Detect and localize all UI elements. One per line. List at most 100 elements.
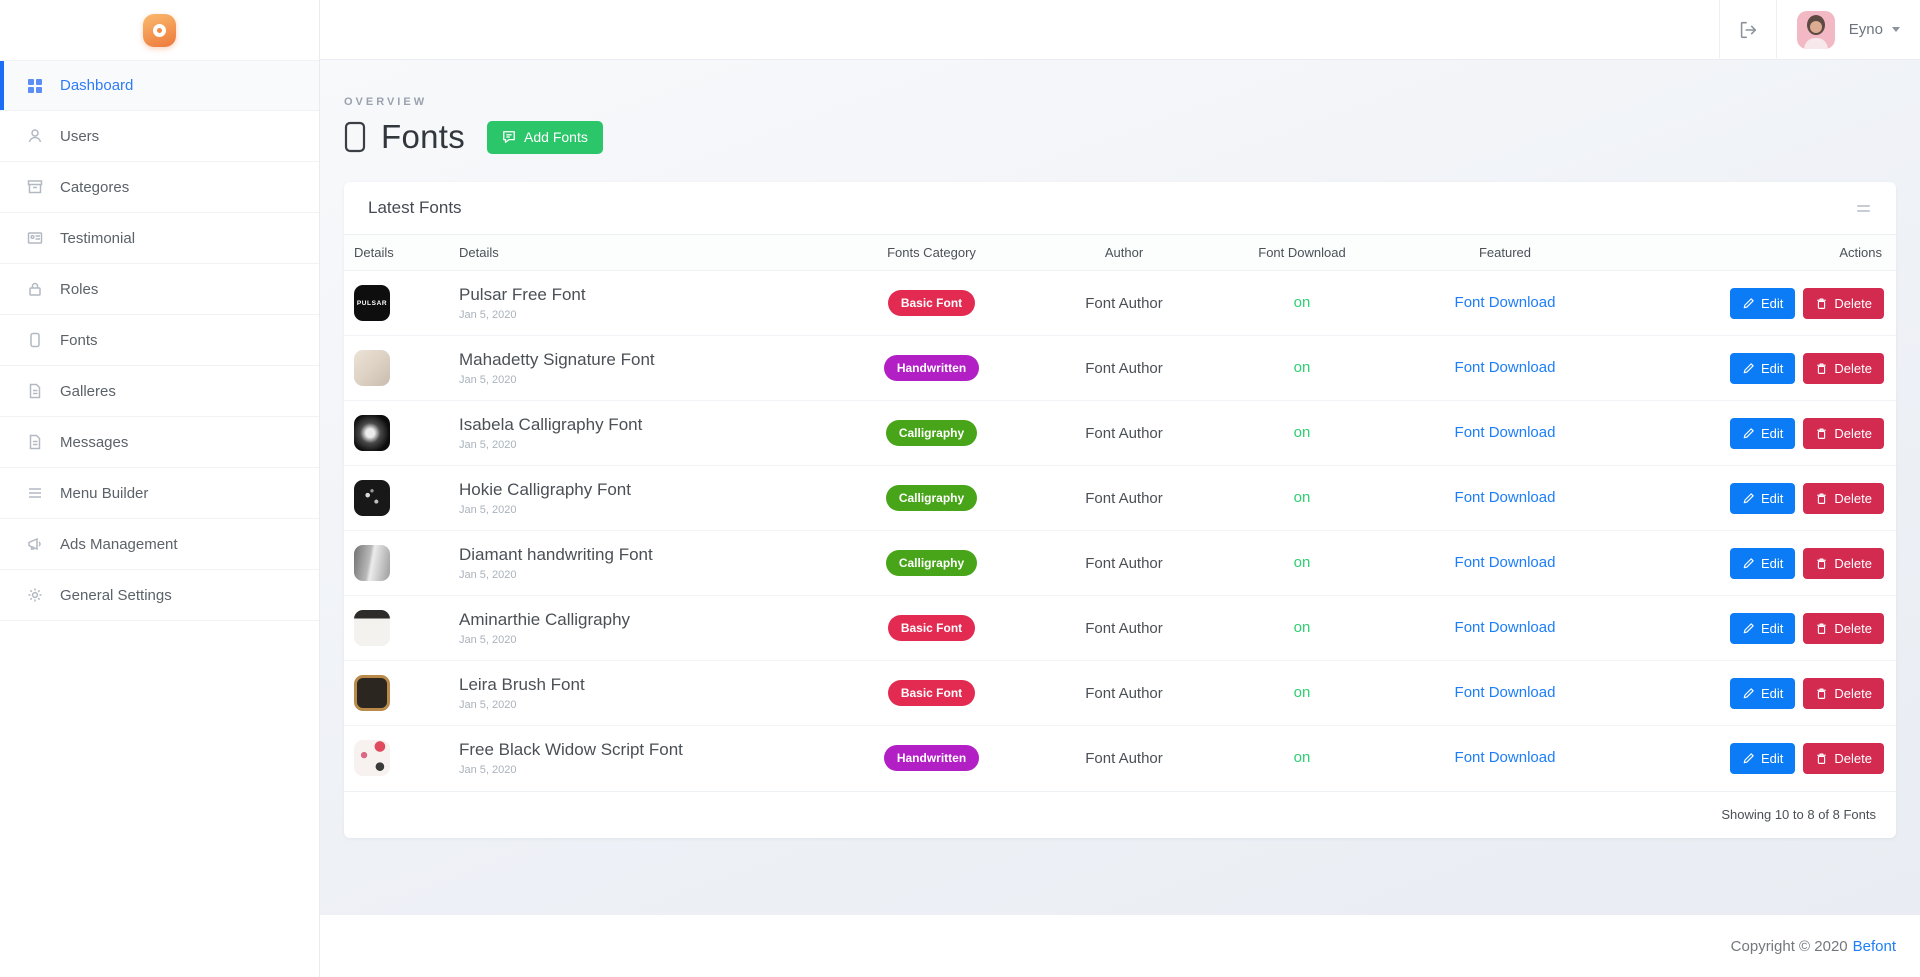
author-cell: Font Author	[1059, 595, 1189, 661]
featured-download-link[interactable]: Font Download	[1455, 294, 1556, 311]
font-title: Diamant handwriting Font	[459, 545, 653, 564]
edit-button[interactable]: Edit	[1730, 287, 1796, 319]
sidebar-item-users[interactable]: Users	[0, 111, 319, 162]
column-header-featured: Featured	[1415, 234, 1595, 271]
column-header-details: Details	[344, 234, 459, 271]
edit-button[interactable]: Edit	[1730, 742, 1796, 774]
user-menu[interactable]: Eyno	[1777, 0, 1920, 60]
delete-button[interactable]: Delete	[1803, 677, 1884, 709]
featured-download-link[interactable]: Font Download	[1455, 424, 1556, 441]
chevron-down-icon	[1892, 27, 1900, 32]
megaphone-icon	[26, 536, 43, 553]
diamant-thumbnail	[354, 545, 390, 581]
sidebar-item-roles[interactable]: Roles	[0, 264, 319, 315]
sidebar-item-menu-builder[interactable]: Menu Builder	[0, 468, 319, 519]
blackwidow-thumbnail	[354, 740, 390, 777]
sidebar-item-testimonial[interactable]: Testimonial	[0, 213, 319, 264]
edit-button[interactable]: Edit	[1730, 482, 1796, 514]
table-row: Mahadetty Signature Font Jan 5, 2020 Handw…	[344, 335, 1896, 401]
delete-button[interactable]: Delete	[1803, 417, 1884, 449]
author-cell: Font Author	[1059, 530, 1189, 596]
font-title: Isabela Calligraphy Font	[459, 415, 643, 434]
table-summary: Showing 10 to 8 of 8 Fonts	[344, 790, 1896, 838]
logout-button[interactable]	[1720, 0, 1776, 60]
delete-button[interactable]: Delete	[1803, 742, 1884, 774]
add-fonts-button[interactable]: Add Fonts	[487, 120, 603, 154]
download-status: on	[1293, 489, 1311, 506]
column-header-actions: Actions	[1595, 234, 1896, 271]
edit-button[interactable]: Edit	[1730, 417, 1796, 449]
sidebar-item-general-settings[interactable]: General Settings	[0, 570, 319, 621]
befont-link[interactable]: Befont	[1853, 938, 1896, 955]
download-status: on	[1293, 619, 1311, 636]
sidebar-item-dashboard[interactable]: Dashboard	[0, 60, 319, 111]
featured-download-link[interactable]: Font Download	[1455, 749, 1556, 766]
befont-logo-icon	[143, 13, 176, 47]
edit-button[interactable]: Edit	[1730, 352, 1796, 384]
sidebar-item-label: Testimonial	[60, 229, 136, 247]
sidebar-item-ads-management[interactable]: Ads Management	[0, 519, 319, 570]
featured-download-link[interactable]: Font Download	[1455, 359, 1556, 376]
category-badge: Calligraphy	[885, 550, 978, 576]
file-icon	[26, 434, 43, 451]
table-row: Aminarthie Calligraphy Jan 5, 2020 Basic F…	[344, 595, 1896, 661]
sidebar-item-galleres[interactable]: Galleres	[0, 366, 319, 417]
brand-logo[interactable]	[0, 0, 319, 60]
download-status: on	[1293, 749, 1311, 767]
archive-icon	[26, 179, 43, 196]
download-status: on	[1293, 684, 1311, 701]
main-content: OVERVIEW Fonts Add Fonts Latest Fonts De…	[320, 60, 1920, 915]
sidebar-item-label: Fonts	[60, 331, 98, 349]
delete-button[interactable]: Delete	[1803, 352, 1884, 384]
category-badge: Basic Font	[887, 290, 976, 316]
author-cell: Font Author	[1059, 660, 1189, 726]
avatar	[1796, 10, 1835, 49]
delete-button[interactable]: Delete	[1803, 547, 1884, 579]
card-header: Latest Fonts	[344, 182, 1896, 234]
font-title: Free Black Widow Script Font	[459, 740, 683, 760]
column-header-details-2: Details	[459, 234, 804, 271]
sidebar-item-fonts[interactable]: Fonts	[0, 315, 319, 366]
delete-button[interactable]: Delete	[1803, 287, 1884, 319]
sidebar-item-label: Messages	[60, 433, 129, 451]
category-badge: Basic Font	[887, 615, 976, 641]
featured-download-link[interactable]: Font Download	[1455, 554, 1556, 571]
breadcrumb-overview: OVERVIEW	[344, 96, 428, 108]
edit-button[interactable]: Edit	[1730, 612, 1796, 644]
fonts-table: Details Details Fonts Category Author Font D…	[344, 234, 1896, 791]
featured-download-link[interactable]: Font Download	[1455, 684, 1556, 701]
sidebar-item-label: Menu Builder	[60, 484, 149, 502]
sidebar-item-categores[interactable]: Categores	[0, 162, 319, 213]
sidebar-item-label: Roles	[60, 280, 99, 298]
featured-download-link[interactable]: Font Download	[1455, 489, 1556, 506]
latest-fonts-card: Latest Fonts Details Details Fonts Categor…	[344, 182, 1896, 838]
hokie-thumbnail	[354, 480, 390, 516]
mahadetty-thumbnail	[354, 350, 390, 386]
font-date: Jan 5, 2020	[459, 309, 517, 321]
category-badge: Calligraphy	[885, 485, 978, 511]
delete-button[interactable]: Delete	[1803, 612, 1884, 644]
category-badge: Basic Font	[887, 680, 976, 706]
font-date: Jan 5, 2020	[459, 569, 517, 581]
font-date: Jan 5, 2020	[459, 699, 517, 711]
edit-button[interactable]: Edit	[1730, 547, 1796, 579]
category-badge: Calligraphy	[885, 420, 978, 446]
table-row: Free Black Widow Script Font Jan 5, 2020 H…	[344, 725, 1896, 791]
leira-thumbnail	[354, 675, 390, 711]
tablet-icon	[26, 332, 43, 349]
lock-icon	[26, 281, 43, 298]
table-header-row: Details Details Fonts Category Author Font D…	[344, 234, 1896, 271]
column-header-author: Author	[1059, 234, 1189, 271]
page-header: Fonts Add Fonts	[344, 118, 1896, 156]
delete-button[interactable]: Delete	[1803, 482, 1884, 514]
add-fonts-label: Add Fonts	[524, 129, 588, 145]
author-cell: Font Author	[1059, 400, 1189, 466]
table-row: Isabela Calligraphy Font Jan 5, 2020 Calli…	[344, 400, 1896, 466]
download-status: on	[1293, 424, 1311, 441]
list-icon	[26, 485, 43, 502]
featured-download-link[interactable]: Font Download	[1455, 619, 1556, 636]
page-footer: Copyright © 2020 Befont	[320, 915, 1920, 977]
sidebar-item-messages[interactable]: Messages	[0, 417, 319, 468]
edit-button[interactable]: Edit	[1730, 677, 1796, 709]
card-options-icon[interactable]	[1853, 201, 1874, 216]
